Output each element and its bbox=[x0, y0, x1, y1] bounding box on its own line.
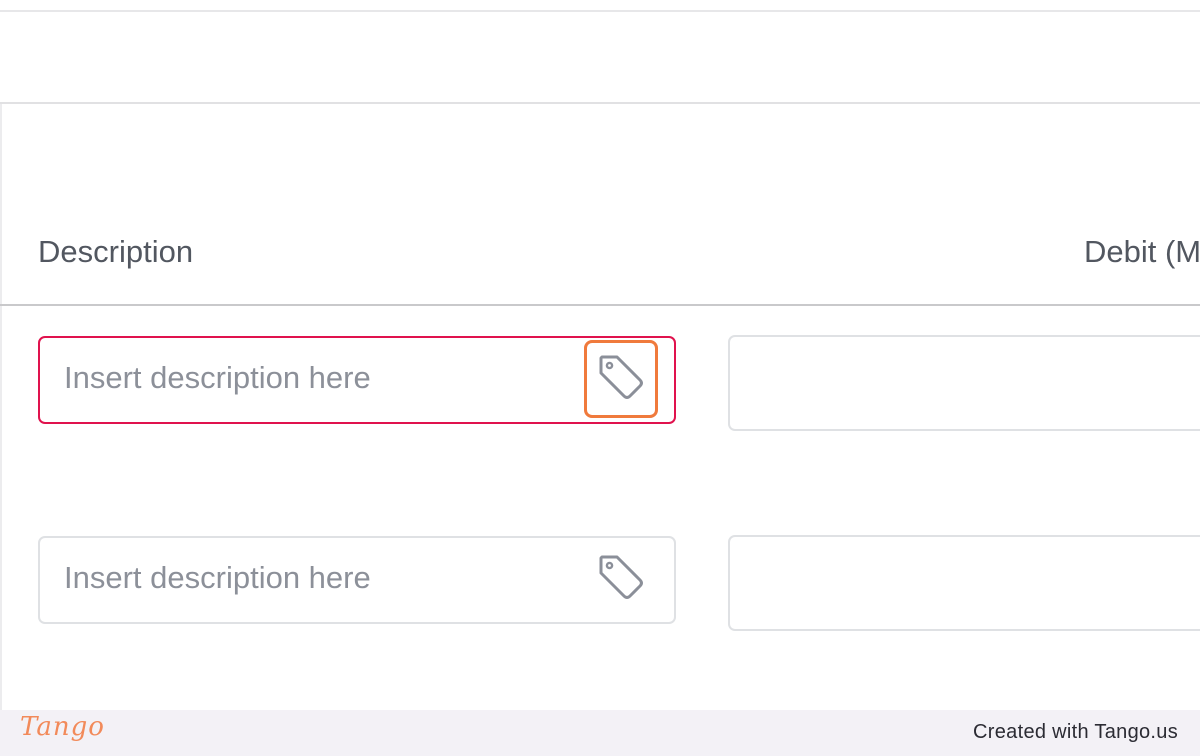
tango-logo: Tango bbox=[20, 712, 105, 742]
tag-button[interactable] bbox=[584, 540, 658, 618]
footer-credit: Created with Tango.us bbox=[973, 721, 1178, 743]
column-header-debit: Debit (M bbox=[1084, 234, 1200, 269]
tag-button[interactable] bbox=[584, 340, 658, 418]
description-input[interactable]: Insert description here bbox=[38, 536, 676, 624]
table-header-row: Description Debit (M bbox=[0, 200, 1200, 306]
tag-icon bbox=[593, 349, 649, 410]
debit-input[interactable] bbox=[728, 535, 1200, 631]
column-header-description: Description bbox=[38, 234, 194, 269]
description-input[interactable]: Insert description here bbox=[38, 336, 676, 424]
description-placeholder: Insert description here bbox=[64, 360, 371, 395]
page: Description Debit (M Insert description … bbox=[0, 0, 1200, 756]
tag-icon bbox=[593, 549, 649, 610]
top-card bbox=[0, 10, 1200, 104]
footer-bar: Tango Created with Tango.us bbox=[0, 710, 1200, 756]
debit-input[interactable] bbox=[728, 335, 1200, 431]
description-placeholder: Insert description here bbox=[64, 560, 371, 595]
